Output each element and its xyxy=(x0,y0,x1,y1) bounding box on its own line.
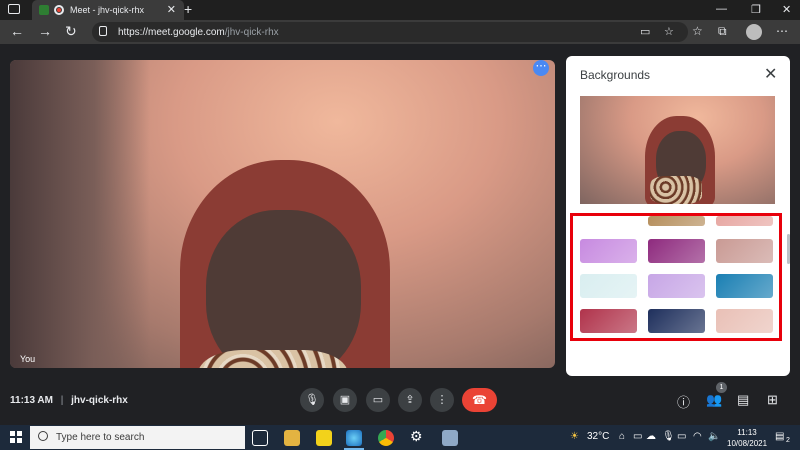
camera-icon: ▣ xyxy=(339,394,351,406)
background-option[interactable] xyxy=(716,239,773,263)
microphone-button[interactable]: 🎙 xyxy=(300,388,324,412)
notifications-count: 2 xyxy=(786,437,790,444)
meet-favicon-icon xyxy=(39,5,49,15)
self-label: You xyxy=(20,354,36,364)
meet-tray-icon[interactable]: ▭ xyxy=(633,431,642,442)
captions-icon: ▭ xyxy=(372,394,384,406)
participants-badge: 1 xyxy=(716,382,727,393)
present-icon: ⇪ xyxy=(405,394,415,406)
address-bar[interactable]: https://meet.google.com/jhv-qick-rhx ▭ ☆ xyxy=(92,22,688,42)
system-clock[interactable]: 11:13 10/08/2021 xyxy=(727,427,767,449)
battery-icon[interactable]: ▭ xyxy=(677,431,686,442)
meeting-info: 11:13 AM | jhv-qick-rhx xyxy=(10,395,128,406)
back-icon[interactable]: ← xyxy=(10,23,24,39)
panel-scrollbar[interactable] xyxy=(787,234,790,264)
weather-icon[interactable]: ☀ xyxy=(570,431,579,442)
minimize-icon[interactable]: — xyxy=(716,3,727,15)
notifications-icon[interactable]: ▤ xyxy=(775,431,784,442)
panel-title: Backgrounds xyxy=(580,68,651,82)
add-favorite-icon[interactable]: ☆ xyxy=(664,25,674,38)
maximize-icon[interactable]: ❐ xyxy=(751,3,761,16)
search-icon xyxy=(38,431,48,441)
people-icon[interactable]: 👥 xyxy=(706,392,722,408)
camera-in-use-icon[interactable]: ▭ xyxy=(640,25,650,38)
microphone-icon: 🎙 xyxy=(305,394,319,406)
settings-icon[interactable]: ⚙ xyxy=(410,428,426,444)
meeting-separator: | xyxy=(60,395,64,406)
profile-avatar[interactable] xyxy=(746,24,762,40)
close-tab-icon[interactable]: ✕ xyxy=(167,3,176,16)
background-option[interactable] xyxy=(580,309,637,333)
chat-icon[interactable]: ▤ xyxy=(737,392,749,408)
windows-start-icon[interactable] xyxy=(10,431,22,443)
background-option[interactable] xyxy=(716,216,773,226)
edge-icon[interactable] xyxy=(346,430,362,446)
menu-icon[interactable]: ⋯ xyxy=(776,24,788,38)
url-text: https://meet.google.com/jhv-qick-rhx xyxy=(118,27,279,38)
background-option[interactable] xyxy=(716,309,773,333)
collections-icon[interactable]: ⧉ xyxy=(718,24,727,39)
task-view-icon[interactable] xyxy=(252,430,268,446)
tab-meet[interactable]: Meet - jhv-qick-rhx ✕ xyxy=(32,0,184,20)
recording-indicator-icon xyxy=(54,5,64,15)
sticky-notes-icon[interactable] xyxy=(316,430,332,446)
meeting-code: jhv-qick-rhx xyxy=(71,395,128,406)
more-vert-icon: ⋮ xyxy=(436,394,448,406)
present-button[interactable]: ⇪ xyxy=(398,388,422,412)
background-option[interactable] xyxy=(648,239,705,263)
forward-icon[interactable]: → xyxy=(38,23,52,39)
leave-call-button[interactable]: ☎ xyxy=(462,388,497,412)
background-option[interactable] xyxy=(580,216,637,226)
windows-taskbar: Type here to search ⚙ ☀ 32°C ⌂ ▭ ☁ 🎙 ▭ ◠… xyxy=(0,425,800,450)
new-tab-icon[interactable]: + xyxy=(184,1,192,17)
tab-actions-icon[interactable] xyxy=(8,4,20,14)
search-placeholder: Type here to search xyxy=(56,432,145,443)
close-window-icon[interactable]: ✕ xyxy=(782,3,791,16)
background-option[interactable] xyxy=(648,216,705,226)
volume-icon[interactable]: 🔈 xyxy=(708,431,720,442)
browser-toolbar: ← → ↻ https://meet.google.com/jhv-qick-r… xyxy=(0,20,800,44)
taskbar-search-box[interactable]: Type here to search xyxy=(30,426,245,449)
lock-icon xyxy=(99,26,107,36)
close-icon[interactable]: ✕ xyxy=(764,64,777,84)
meeting-time: 11:13 AM xyxy=(10,395,53,406)
browser-tab-bar: Meet - jhv-qick-rhx ✕ + — ❐ ✕ xyxy=(0,0,800,20)
file-explorer-icon[interactable] xyxy=(284,430,300,446)
wifi-icon[interactable]: ◠ xyxy=(693,431,702,442)
onedrive-icon[interactable]: ☁ xyxy=(646,431,656,442)
background-option[interactable] xyxy=(648,309,705,333)
weather-temperature[interactable]: 32°C xyxy=(587,431,609,442)
favorites-icon[interactable]: ☆ xyxy=(692,24,703,38)
people-tray-icon[interactable]: ⌂ xyxy=(619,431,625,442)
self-video-tile: You xyxy=(10,60,555,368)
info-icon[interactable]: ⓘ xyxy=(677,392,690,411)
hang-up-icon: ☎ xyxy=(472,393,487,407)
clock-date: 10/08/2021 xyxy=(727,439,768,448)
paint-icon[interactable] xyxy=(442,430,458,446)
video-more-options-icon[interactable]: ⋯ xyxy=(533,60,549,76)
background-option[interactable] xyxy=(580,274,637,298)
background-option[interactable] xyxy=(648,274,705,298)
activities-icon[interactable]: ⊞ xyxy=(767,392,778,408)
reload-icon[interactable]: ↻ xyxy=(65,23,77,40)
more-options-button[interactable]: ⋮ xyxy=(430,388,454,412)
background-option[interactable] xyxy=(716,274,773,298)
camera-button[interactable]: ▣ xyxy=(333,388,357,412)
chrome-icon[interactable] xyxy=(378,430,394,446)
background-preview xyxy=(580,96,775,204)
background-option[interactable] xyxy=(580,239,637,263)
captions-button[interactable]: ▭ xyxy=(366,388,390,412)
tab-title: Meet - jhv-qick-rhx xyxy=(70,5,145,15)
clock-time: 11:13 xyxy=(737,428,757,437)
microphone-tray-icon[interactable]: 🎙 xyxy=(662,431,675,442)
